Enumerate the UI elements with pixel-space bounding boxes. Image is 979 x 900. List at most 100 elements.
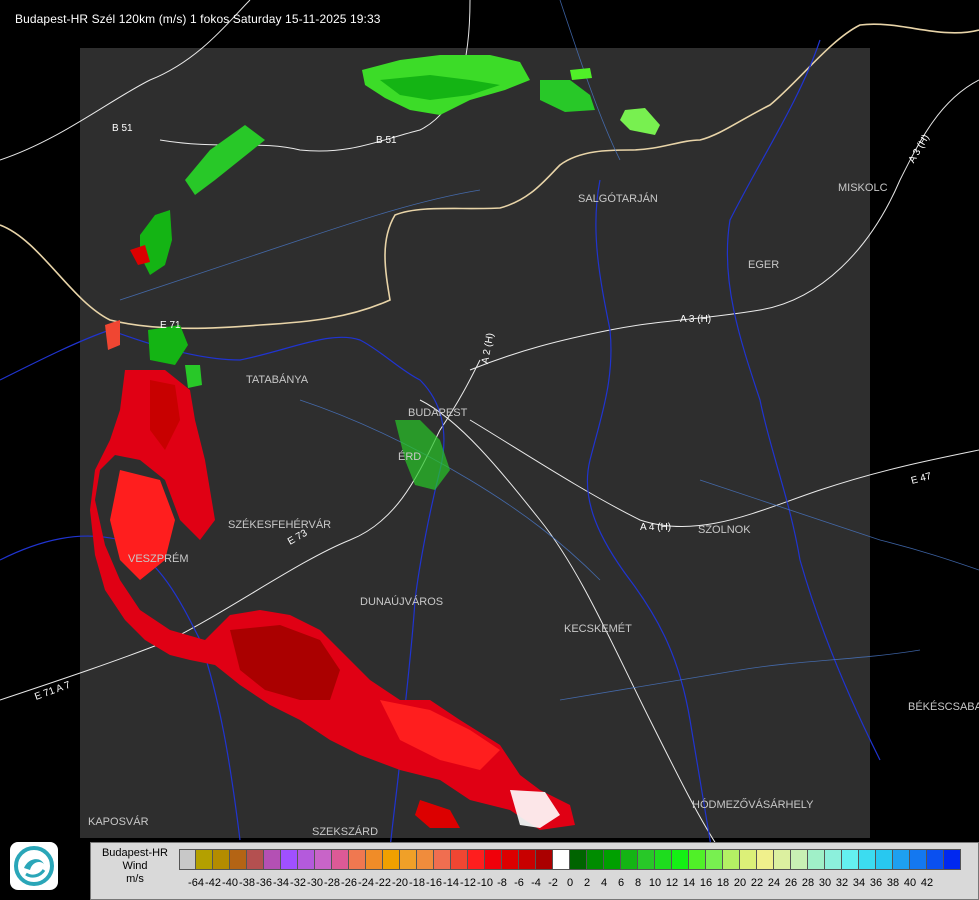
- legend-swatch: [927, 849, 944, 870]
- city-label: SALGÓTARJÁN: [578, 192, 658, 205]
- legend-tick-label: 28: [801, 877, 815, 889]
- legend-swatch: [485, 849, 502, 870]
- legend-tick-label: 14: [682, 877, 696, 889]
- city-label: DUNAÚJVÁROS: [360, 595, 443, 608]
- legend-swatch: [366, 849, 383, 870]
- legend-swatch: [723, 849, 740, 870]
- legend-tick-label: 38: [886, 877, 900, 889]
- legend-swatch: [434, 849, 451, 870]
- legend-swatch: [247, 849, 264, 870]
- legend-tick-label: -24: [358, 877, 374, 889]
- legend-tick-label: -16: [426, 877, 442, 889]
- legend-swatch: [876, 849, 893, 870]
- legend-swatch: [706, 849, 723, 870]
- legend-tick-label: -42: [205, 877, 221, 889]
- city-label: TATABÁNYA: [246, 373, 309, 386]
- legend-tick-label: 18: [716, 877, 730, 889]
- legend-swatch: [570, 849, 587, 870]
- legend-swatch: [179, 849, 196, 870]
- radar-map: SALGÓTARJÁN MISKOLC EGER TATABÁNYA BUDAP…: [0, 0, 979, 900]
- legend-tick-label: 0: [566, 877, 574, 889]
- legend-swatch: [689, 849, 706, 870]
- legend-title: Budapest-HR Wind m/s: [101, 847, 169, 885]
- legend-tick-label: 16: [699, 877, 713, 889]
- city-label: BÉKÉSCSABA: [908, 700, 979, 713]
- legend-swatch: [281, 849, 298, 870]
- city-label: SZÉKESFEHÉRVÁR: [228, 518, 331, 531]
- legend-swatch: [842, 849, 859, 870]
- legend-swatch: [553, 849, 570, 870]
- legend-swatch: [519, 849, 536, 870]
- road-label: A 4 (H): [640, 522, 671, 533]
- city-label: BUDAPEST: [408, 407, 468, 419]
- city-label: KAPOSVÁR: [88, 815, 149, 828]
- legend-tick-label: -38: [239, 877, 255, 889]
- legend-tick-label: -8: [497, 877, 507, 889]
- road-label: E 71: [160, 320, 181, 331]
- legend-tick-label: -10: [477, 877, 493, 889]
- legend-swatch: [315, 849, 332, 870]
- road-label: B 51: [376, 135, 397, 146]
- city-label: SZEKSZÁRD: [312, 825, 378, 838]
- legend-swatch: [638, 849, 655, 870]
- road-label: A 3 (H): [680, 314, 711, 325]
- legend-tick-label: 32: [835, 877, 849, 889]
- legend-tick-label: 6: [617, 877, 625, 889]
- legend-swatch: [672, 849, 689, 870]
- legend-swatch: [536, 849, 553, 870]
- legend-swatch: [332, 849, 349, 870]
- legend-swatch: [213, 849, 230, 870]
- legend-swatch: [264, 849, 281, 870]
- legend-tick-label: 12: [665, 877, 679, 889]
- legend-tick-label: 8: [634, 877, 642, 889]
- legend-tick-label: -12: [460, 877, 476, 889]
- legend-tick-label: -2: [548, 877, 558, 889]
- legend-tick-label: -40: [222, 877, 238, 889]
- legend-tick-label: -22: [375, 877, 391, 889]
- legend-tick-label: -64: [188, 877, 204, 889]
- legend-tick-label: -14: [443, 877, 459, 889]
- city-label: HÓDMEZŐVÁSÁRHELY: [692, 797, 814, 811]
- legend-swatch: [298, 849, 315, 870]
- legend-swatch: [587, 849, 604, 870]
- legend-tick-label: 10: [648, 877, 662, 889]
- legend-swatch: [417, 849, 434, 870]
- legend-tick-label: -4: [531, 877, 541, 889]
- legend-tick-label: -20: [392, 877, 408, 889]
- legend-tick-label: -34: [273, 877, 289, 889]
- legend-swatch: [910, 849, 927, 870]
- legend-swatch: [893, 849, 910, 870]
- legend-tick-label: 20: [733, 877, 747, 889]
- legend-swatch: [791, 849, 808, 870]
- city-label: VESZPRÉM: [128, 552, 189, 565]
- legend-swatch: [468, 849, 485, 870]
- legend-tick-label: -28: [324, 877, 340, 889]
- legend-swatch: [621, 849, 638, 870]
- legend-swatch: [757, 849, 774, 870]
- legend-tick-label: 22: [750, 877, 764, 889]
- legend-tick-label: 26: [784, 877, 798, 889]
- legend-tick-label: 34: [852, 877, 866, 889]
- legend-swatch: [774, 849, 791, 870]
- city-label: KECSKEMÉT: [564, 622, 632, 635]
- legend-swatch: [502, 849, 519, 870]
- road-label: B 51: [112, 123, 133, 134]
- city-label: EGER: [748, 259, 779, 271]
- city-label: SZOLNOK: [698, 524, 751, 536]
- legend-swatch: [451, 849, 468, 870]
- legend-tick-label: -32: [290, 877, 306, 889]
- legend-tick-label: -36: [256, 877, 272, 889]
- legend-swatch: [196, 849, 213, 870]
- met-service-logo: [10, 842, 58, 890]
- legend-tick-label: 40: [903, 877, 917, 889]
- color-legend: Budapest-HR Wind m/s -64 -42 -40 -38 -36 -34-…: [90, 842, 979, 900]
- legend-swatch: [859, 849, 876, 870]
- legend-swatch: [655, 849, 672, 870]
- legend-swatch: [400, 849, 417, 870]
- legend-swatch: [740, 849, 757, 870]
- legend-tick-label: 24: [767, 877, 781, 889]
- legend-swatch: [808, 849, 825, 870]
- city-label: ÉRD: [398, 450, 421, 463]
- legend-swatch: [604, 849, 621, 870]
- legend-tick-label: -6: [514, 877, 524, 889]
